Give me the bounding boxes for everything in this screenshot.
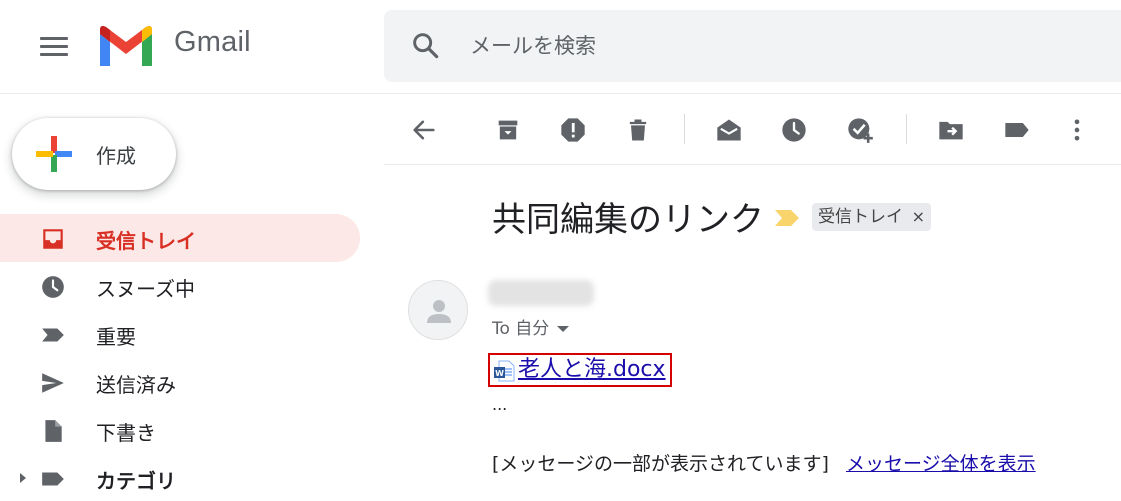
- sidebar-item-drafts[interactable]: 下書き: [0, 406, 360, 454]
- back-button[interactable]: [406, 112, 442, 148]
- gmail-wordmark: Gmail: [174, 26, 251, 58]
- recipient-details[interactable]: To 自分: [492, 314, 570, 339]
- draft-icon: [45, 420, 62, 442]
- attachment-link[interactable]: 老人と海.docx: [518, 357, 666, 382]
- attachment-link-highlight[interactable]: W 老人と海.docx: [488, 353, 672, 387]
- inbox-icon: [43, 229, 63, 249]
- label-chip-inbox: 受信トレイ ×: [812, 203, 931, 231]
- compose-plus-icon: [36, 136, 72, 172]
- sidebar-item-label: 重要: [96, 325, 136, 349]
- toolbar-divider-line: [384, 164, 1121, 165]
- clipped-message-note: [メッセージの一部が表示されています]: [492, 453, 829, 475]
- snooze-button[interactable]: [776, 112, 812, 148]
- importance-marker-icon[interactable]: [774, 208, 800, 228]
- label-icon: [42, 472, 64, 486]
- sidebar-item-label: スヌーズ中: [96, 277, 195, 301]
- view-entire-message-link[interactable]: メッセージ全体を表示: [846, 449, 1036, 476]
- sidebar-item-label: 送信済み: [96, 373, 176, 397]
- to-line-text: To 自分: [492, 319, 550, 339]
- add-task-button[interactable]: [842, 112, 878, 148]
- add-task-icon: [848, 118, 873, 143]
- more-options-button[interactable]: [1059, 112, 1095, 148]
- clock-icon: [42, 276, 64, 298]
- trimmed-content-ellipsis: ...: [492, 395, 508, 414]
- report-spam-icon: [561, 118, 585, 142]
- mark-unread-icon: [717, 119, 741, 141]
- sender-name-redacted: [488, 280, 594, 306]
- search-bar[interactable]: [384, 10, 1121, 82]
- expand-arrow-icon[interactable]: [18, 473, 28, 483]
- delete-icon: [629, 119, 647, 141]
- label-important-icon: [42, 328, 64, 342]
- sidebar-item-inbox[interactable]: 受信トレイ: [0, 214, 360, 262]
- header-divider: [0, 93, 1121, 94]
- person-icon: [427, 300, 451, 323]
- gmail-logo-icon[interactable]: [96, 22, 156, 70]
- sender-avatar[interactable]: [408, 280, 468, 340]
- sidebar-item-snoozed[interactable]: スヌーズ中: [0, 262, 360, 310]
- labels-button[interactable]: [999, 112, 1035, 148]
- search-input[interactable]: [470, 10, 1070, 82]
- word-document-icon: W: [494, 360, 515, 382]
- delete-button[interactable]: [620, 112, 656, 148]
- toolbar-divider: [906, 114, 907, 144]
- sidebar-item-important[interactable]: 重要: [0, 310, 360, 358]
- svg-text:W: W: [495, 369, 504, 378]
- move-to-button[interactable]: [933, 112, 969, 148]
- archive-button[interactable]: [490, 112, 526, 148]
- archive-icon: [498, 120, 518, 140]
- send-icon: [42, 373, 64, 393]
- remove-label-icon[interactable]: ×: [912, 203, 925, 231]
- email-subject: 共同編集のリンク: [492, 200, 764, 240]
- label-chip-text: 受信トレイ: [818, 207, 903, 227]
- compose-button[interactable]: 作成: [12, 118, 176, 190]
- top-header: Gmail: [0, 0, 1121, 94]
- sidebar-item-categories[interactable]: カテゴリ: [0, 454, 360, 501]
- move-to-icon: [939, 121, 963, 140]
- more-vert-icon: [1074, 119, 1080, 141]
- sidebar-item-sent[interactable]: 送信済み: [0, 358, 360, 406]
- back-arrow-icon: [413, 120, 435, 140]
- sidebar-item-label: カテゴリ: [96, 469, 176, 493]
- compose-label: 作成: [96, 144, 136, 168]
- sidebar-item-label: 受信トレイ: [96, 229, 196, 253]
- caret-down-icon[interactable]: [557, 326, 570, 332]
- labels-icon: [1005, 123, 1029, 137]
- main-menu-icon[interactable]: [36, 30, 72, 62]
- snooze-icon: [782, 118, 806, 142]
- sidebar-item-label: 下書き: [96, 421, 156, 445]
- toolbar-divider: [684, 114, 685, 144]
- report-spam-button[interactable]: [555, 112, 591, 148]
- search-icon[interactable]: [410, 30, 442, 62]
- mark-unread-button[interactable]: [711, 112, 747, 148]
